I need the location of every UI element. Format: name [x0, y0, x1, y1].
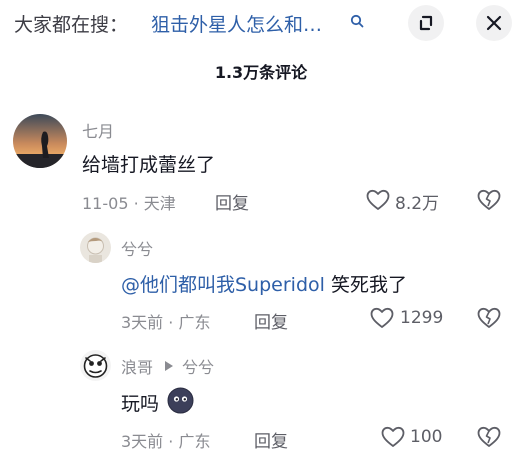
close-icon: [486, 15, 502, 31]
avatar[interactable]: [80, 350, 111, 381]
like-count: 1299: [400, 308, 444, 328]
like-count: 100: [410, 427, 443, 447]
search-suggestion-bar: 大家都在搜： 狙击外星人怎么和…: [0, 0, 522, 46]
dislike-icon[interactable]: [477, 307, 501, 329]
comment-count: 1.3万条评论: [214, 63, 308, 82]
reply-button[interactable]: 回复: [254, 308, 288, 333]
reply-to-username[interactable]: 兮兮: [182, 354, 214, 378]
dislike-icon[interactable]: [477, 426, 501, 448]
comment-username[interactable]: 兮兮: [121, 236, 153, 260]
search-icon[interactable]: [350, 14, 364, 28]
search-suggestion-link[interactable]: 狙击外星人怎么和…: [151, 10, 322, 37]
comment-meta: 11-05 · 天津: [82, 194, 176, 213]
minimize-button[interactable]: [408, 5, 444, 41]
avatar[interactable]: [80, 232, 111, 263]
comment-meta: 3天前 · 广东: [121, 313, 211, 332]
like-heart-icon[interactable]: [366, 189, 390, 211]
reply-button[interactable]: 回复: [254, 427, 288, 452]
like-count: 8.2万: [395, 194, 440, 214]
comment-username[interactable]: 浪哥: [121, 354, 153, 378]
search-prefix: 大家都在搜：: [14, 14, 129, 36]
user-mention-link[interactable]: @他们都叫我Superidol: [121, 274, 325, 296]
reply-button[interactable]: 回复: [215, 189, 249, 214]
emoji-icon: [167, 387, 194, 414]
comment-meta: 3天前 · 广东: [121, 432, 211, 451]
like-heart-icon[interactable]: [381, 426, 405, 448]
close-button[interactable]: [476, 5, 512, 41]
comment-text: 玩吗: [121, 393, 160, 415]
comments-panel: 大家都在搜： 狙击外星人怎么和… 1.3万条评论 七月 给墙打成蕾丝了 11-0…: [0, 0, 522, 456]
reply-arrow-icon: [165, 361, 173, 371]
dislike-icon[interactable]: [477, 189, 501, 211]
like-heart-icon[interactable]: [370, 307, 394, 329]
comment-text-body: 笑死我了: [324, 274, 407, 296]
comment-text: 给墙打成蕾丝了: [82, 154, 216, 176]
avatar[interactable]: [13, 114, 67, 168]
minimize-icon: [419, 15, 433, 31]
comment-username[interactable]: 七月: [82, 118, 114, 142]
comment-text: @他们都叫我Superidol 笑死我了: [121, 270, 407, 297]
